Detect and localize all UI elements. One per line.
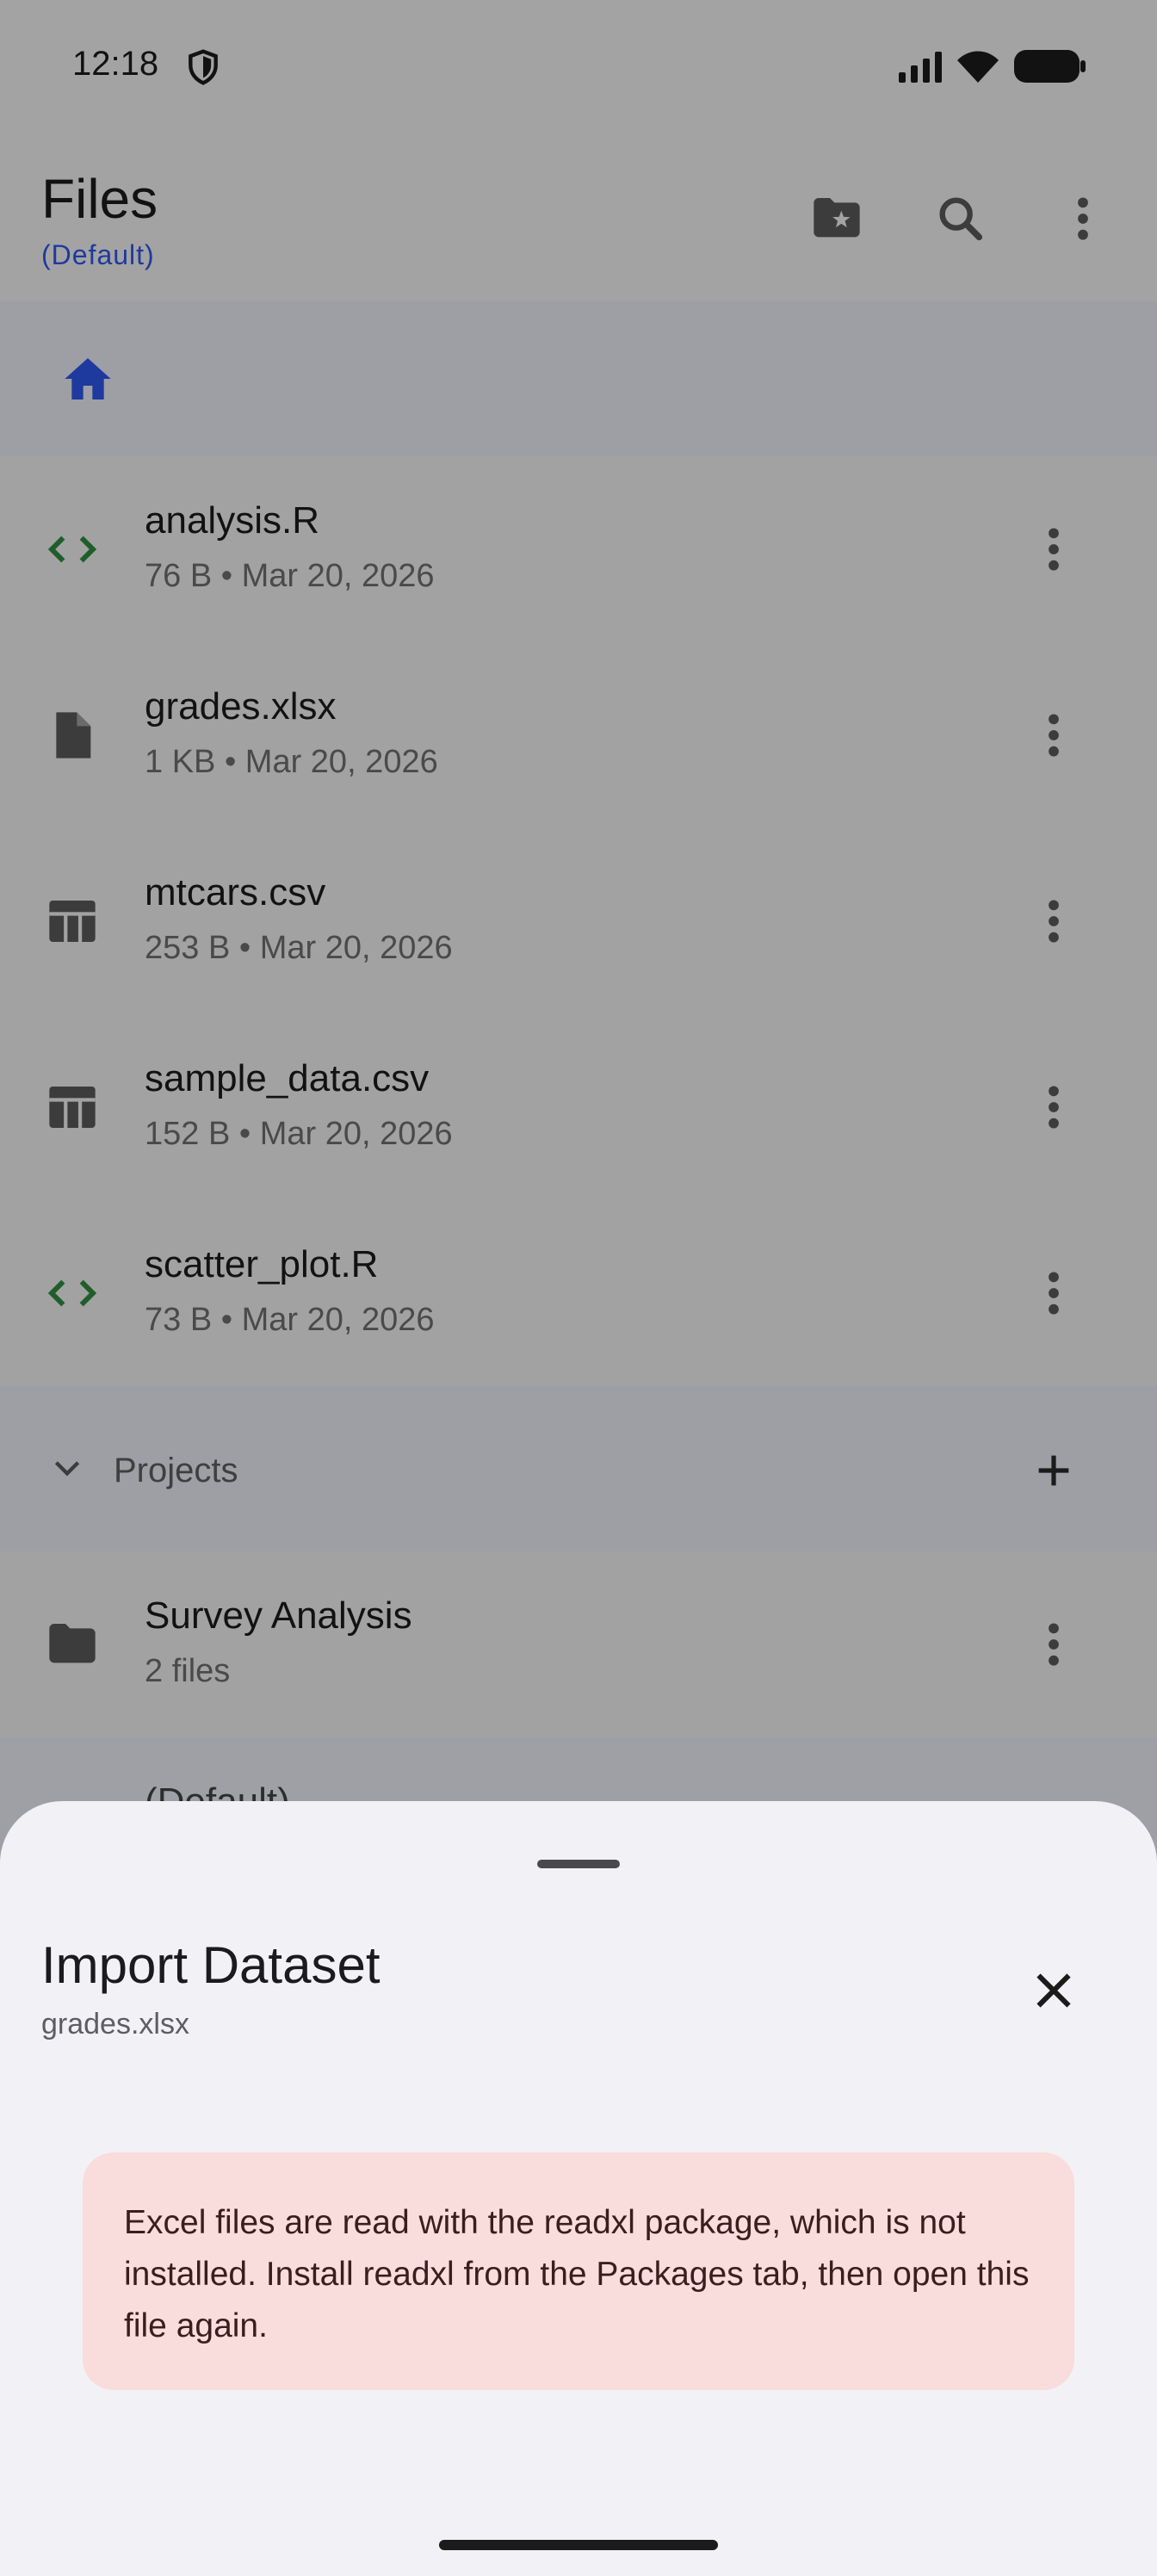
file-name: scatter_plot.R [145,1243,379,1285]
file-name: analysis.R [145,499,319,542]
shield-icon [189,49,218,85]
file-row-grades[interactable]: grades.xlsx 1 KB • Mar 20, 2026 [0,642,1157,828]
wifi-icon [957,51,999,83]
projects-label: Projects [114,1452,238,1489]
file-row-sample-data[interactable]: sample_data.csv 152 B • Mar 20, 2026 [0,1014,1157,1200]
file-meta: 1 KB • Mar 20, 2026 [145,744,438,780]
breadcrumb [0,301,1157,456]
status-time: 12:18 [72,45,159,83]
project-name: Survey Analysis [145,1595,412,1637]
page-subtitle: (Default) [41,239,155,270]
battery-icon [1014,50,1086,83]
more-vert-icon[interactable] [1036,894,1071,949]
more-vert-icon[interactable] [1036,1080,1071,1135]
file-row-analysis[interactable]: analysis.R 76 B • Mar 20, 2026 [0,456,1157,642]
file-meta: 76 B • Mar 20, 2026 [145,558,435,594]
project-meta: 2 files [145,1653,231,1689]
signal-icon [899,52,942,83]
file-meta: 253 B • Mar 20, 2026 [145,930,453,966]
table-icon [49,1087,96,1128]
error-message-box: Excel files are read with the readxl pac… [83,2152,1074,2390]
file-row-mtcars[interactable]: mtcars.csv 253 B • Mar 20, 2026 [0,828,1157,1014]
table-icon [49,901,96,942]
more-vert-icon[interactable] [1066,191,1100,246]
file-meta: 152 B • Mar 20, 2026 [145,1116,453,1152]
code-icon [47,1279,97,1307]
sheet-title: Import Dataset [41,1936,381,1994]
more-vert-icon[interactable] [1036,708,1071,763]
folder-icon [49,1624,96,1663]
file-name: sample_data.csv [145,1057,430,1099]
file-name: grades.xlsx [145,685,337,728]
project-row-survey-analysis[interactable]: Survey Analysis 2 files [0,1551,1157,1737]
close-icon[interactable] [1028,1965,1080,2016]
gesture-nav-bar[interactable] [439,2540,718,2550]
code-icon [47,536,97,563]
file-row-scatter-plot[interactable]: scatter_plot.R 73 B • Mar 20, 2026 [0,1200,1157,1386]
file-name: mtcars.csv [145,871,326,913]
file-icon [56,712,91,759]
more-vert-icon[interactable] [1036,1617,1071,1672]
more-vert-icon[interactable] [1036,522,1071,577]
search-icon[interactable] [933,191,988,246]
error-message: Excel files are read with the readxl pac… [124,2204,1030,2344]
starred-folder-icon[interactable] [809,191,864,246]
page-title: Files [41,168,158,230]
home-icon[interactable] [60,351,115,406]
sheet-subtitle: grades.xlsx [41,2008,189,2040]
chevron-down-icon[interactable] [48,1453,86,1484]
drag-handle[interactable] [537,1860,620,1868]
more-vert-icon[interactable] [1036,1266,1071,1321]
file-meta: 73 B • Mar 20, 2026 [145,1302,435,1338]
add-project-icon[interactable] [1031,1448,1076,1493]
